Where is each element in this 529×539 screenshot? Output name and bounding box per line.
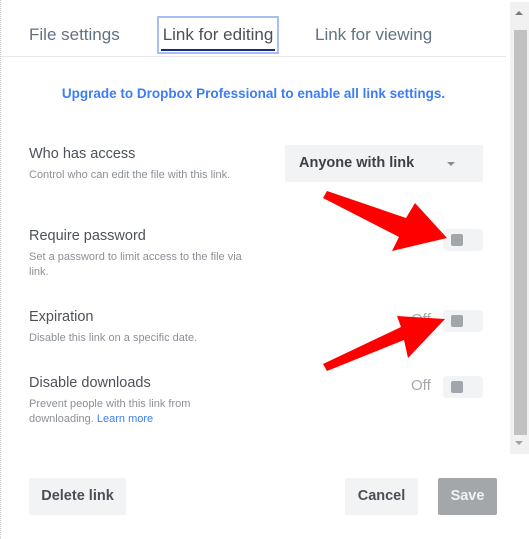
expiration-description: Disable this link on a specific date. bbox=[29, 332, 198, 344]
save-button[interactable]: Save bbox=[438, 478, 497, 515]
upgrade-link[interactable]: Upgrade to Dropbox Professional to enabl… bbox=[1, 86, 506, 101]
tab-bar: File settings Link for editing Link for … bbox=[1, 0, 506, 57]
toggle-knob bbox=[451, 381, 463, 393]
who-has-access-description: Control who can edit the file with this … bbox=[29, 169, 231, 181]
link-settings-dialog: File settings Link for editing Link for … bbox=[0, 0, 529, 539]
expiration-title: Expiration bbox=[29, 309, 94, 325]
toggle-knob bbox=[451, 315, 463, 327]
cancel-button[interactable]: Cancel bbox=[345, 478, 418, 515]
who-has-access-title: Who has access bbox=[29, 146, 136, 162]
scrollbar-thumb[interactable] bbox=[514, 30, 527, 435]
toggle-knob bbox=[451, 234, 463, 246]
access-dropdown[interactable]: Anyone with link bbox=[285, 145, 483, 182]
tab-file-settings[interactable]: File settings bbox=[29, 16, 120, 54]
require-password-state: Off bbox=[411, 229, 431, 246]
disable-downloads-state: Off bbox=[411, 377, 431, 394]
expiration-toggle[interactable] bbox=[443, 310, 483, 332]
tab-link-for-editing[interactable]: Link for editing bbox=[157, 16, 279, 54]
scroll-up-arrow-icon[interactable] bbox=[515, 11, 523, 15]
require-password-description: Set a password to limit access to the fi… bbox=[29, 251, 242, 278]
require-password-toggle[interactable] bbox=[443, 229, 483, 251]
access-dropdown-value: Anyone with link bbox=[299, 155, 415, 171]
disable-downloads-description: Prevent people with this link from downl… bbox=[29, 397, 244, 426]
expiration-state: Off bbox=[411, 311, 431, 328]
chevron-down-icon bbox=[447, 162, 455, 166]
require-password-title: Require password bbox=[29, 228, 146, 244]
disable-downloads-title: Disable downloads bbox=[29, 375, 151, 391]
vertical-scrollbar[interactable] bbox=[510, 2, 529, 454]
tab-link-for-viewing[interactable]: Link for viewing bbox=[315, 16, 432, 54]
delete-link-button[interactable]: Delete link bbox=[29, 478, 126, 515]
disable-downloads-toggle[interactable] bbox=[443, 376, 483, 398]
scroll-down-arrow-icon[interactable] bbox=[515, 441, 523, 445]
learn-more-link[interactable]: Learn more bbox=[97, 413, 153, 425]
